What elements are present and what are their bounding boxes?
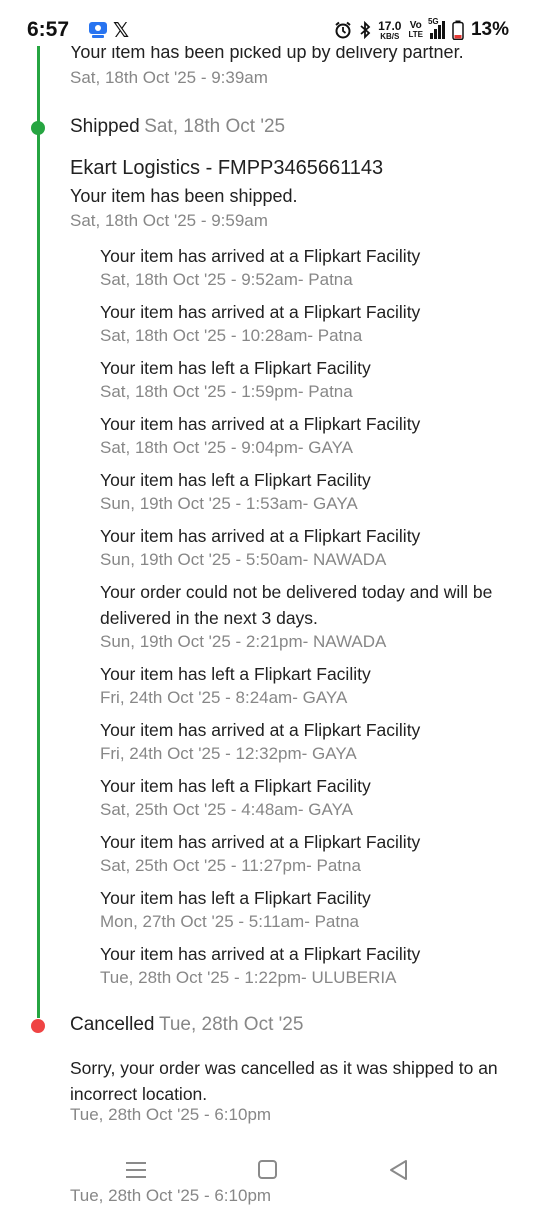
recents-menu-icon[interactable] <box>121 1156 151 1184</box>
previous-event-date: Sat, 18th Oct '25 - 9:39am <box>70 68 268 87</box>
shipment-update-item: Your item has arrived at a Flipkart Faci… <box>100 941 520 989</box>
shipment-update-message: Your item has left a Flipkart Facility <box>100 888 371 908</box>
shipment-update-message: Your item has arrived at a Flipkart Faci… <box>100 246 421 266</box>
shipment-update-item: Your item has arrived at a Flipkart Faci… <box>100 243 520 291</box>
shipment-update-message: Your item has left a Flipkart Facility <box>100 470 371 490</box>
bluetooth-icon <box>360 21 371 39</box>
cancelled-status-dot <box>31 1019 45 1033</box>
shipment-update-date: Tue, 28th Oct '25 - 1:22pm- ULUBERIA <box>100 968 397 987</box>
back-triangle-icon[interactable] <box>384 1156 414 1184</box>
courier-tracking-id[interactable]: Ekart Logistics - FMPP3465661143 <box>70 157 383 180</box>
shipment-updates-list: Your item has arrived at a Flipkart Faci… <box>100 243 520 997</box>
shipped-status-dot <box>31 121 45 135</box>
shipment-update-item: Your item has left a Flipkart Facility Su… <box>100 467 520 515</box>
cancelled-title: Cancelled <box>70 1014 155 1035</box>
shipment-update-item: Your item has left a Flipkart Facility Sa… <box>100 773 520 821</box>
shipment-update-item: Your item has left a Flipkart Facility Sa… <box>100 355 520 403</box>
shipped-header: Shipped Sat, 18th Oct '25 <box>70 116 285 138</box>
cancelled-timestamp: Tue, 28th Oct '25 - 6:10pm <box>70 1105 272 1124</box>
shipment-update-item: Your item has left a Flipkart Facility Mo… <box>100 885 520 933</box>
net-speed-value: 17.0 <box>378 18 402 33</box>
shipment-update-message: Your item has arrived at a Flipkart Faci… <box>100 720 421 740</box>
shipment-update-date: Fri, 24th Oct '25 - 12:32pm- GAYA <box>100 744 357 763</box>
status-right-cluster: 17.0 KB/S Vo LTE 5G 13% <box>334 17 509 42</box>
shipment-update-date: Sat, 18th Oct '25 - 9:04pm- GAYA <box>100 438 354 457</box>
shipped-message: Your item has been shipped. <box>70 186 298 206</box>
shipment-update-message: Your item has arrived at a Flipkart Faci… <box>100 832 421 852</box>
network-type: 5G <box>427 17 439 26</box>
shipment-update-message: Your item has left a Flipkart Facility <box>100 358 371 378</box>
shipment-update-date: Sun, 19th Oct '25 - 5:50am- NAWADA <box>100 550 387 569</box>
shipment-update-item: Your item has arrived at a Flipkart Faci… <box>100 299 520 347</box>
shipment-update-message: Your item has arrived at a Flipkart Faci… <box>100 414 421 434</box>
battery-icon <box>452 20 464 40</box>
signal-icon: 5G <box>428 17 445 39</box>
shipped-timestamp: Sat, 18th Oct '25 - 9:59am <box>70 211 268 230</box>
alarm-icon <box>335 21 351 39</box>
shipment-update-date: Sat, 25th Oct '25 - 11:27pm- Patna <box>100 856 361 875</box>
shipment-update-item: Your item has arrived at a Flipkart Faci… <box>100 411 520 459</box>
shipment-update-item: Your item has arrived at a Flipkart Faci… <box>100 717 520 765</box>
battery-percent: 13% <box>470 19 509 40</box>
shipment-update-message: Your item has left a Flipkart Facility <box>100 664 371 684</box>
app-notification-icon <box>89 22 107 38</box>
shipment-update-item: Your order could not be delivered today … <box>100 579 520 653</box>
shipment-update-date: Sat, 25th Oct '25 - 4:48am- GAYA <box>100 800 354 819</box>
shipment-update-message: Your item has arrived at a Flipkart Faci… <box>100 302 421 322</box>
shipment-update-date: Mon, 27th Oct '25 - 5:11am- Patna <box>100 912 360 931</box>
net-speed: 17.0 KB/S <box>378 20 401 41</box>
shipment-update-date: Sun, 19th Oct '25 - 2:21pm- NAWADA <box>100 632 387 651</box>
shipment-update-message: Your order could not be delivered today … <box>100 582 493 628</box>
home-square-icon[interactable] <box>252 1156 282 1184</box>
shipment-update-date: Sat, 18th Oct '25 - 10:28am- Patna <box>100 326 363 345</box>
net-speed-unit: KB/S <box>380 31 400 41</box>
shipment-update-message: Your item has arrived at a Flipkart Faci… <box>100 526 421 546</box>
shipment-update-message: Your item has left a Flipkart Facility <box>100 776 371 796</box>
volte-indicator: Vo LTE <box>408 20 423 40</box>
shipment-update-item: Your item has arrived at a Flipkart Faci… <box>100 829 520 877</box>
status-time: 6:57 <box>27 18 70 41</box>
shipment-update-item: Your item has arrived at a Flipkart Faci… <box>100 523 520 571</box>
volte-bottom: LTE <box>408 30 423 39</box>
nav-behind-text: Tue, 28th Oct '25 - 6:10pm <box>70 1186 272 1205</box>
cancelled-header: Cancelled Tue, 28th Oct '25 <box>70 1014 303 1036</box>
shipment-update-date: Sat, 18th Oct '25 - 1:59pm- Patna <box>100 382 353 401</box>
status-bar: 6:57 𝕏 17.0 KB/S Vo LTE 5G 13% <box>0 0 537 46</box>
shipment-update-date: Sun, 19th Oct '25 - 1:53am- GAYA <box>100 494 358 513</box>
shipment-update-item: Your item has left a Flipkart Facility Fr… <box>100 661 520 709</box>
volte-top: Vo <box>409 20 422 31</box>
shipment-update-date: Sat, 18th Oct '25 - 9:52am- Patna <box>100 270 353 289</box>
shipment-update-message: Your item has arrived at a Flipkart Faci… <box>100 944 421 964</box>
shipped-title: Shipped <box>70 116 140 137</box>
shipment-update-date: Fri, 24th Oct '25 - 8:24am- GAYA <box>100 688 348 707</box>
cancelled-date: Tue, 28th Oct '25 <box>158 1014 304 1035</box>
x-logo-icon: 𝕏 <box>113 20 130 42</box>
shipped-date: Sat, 18th Oct '25 <box>144 116 286 137</box>
cancelled-message: Sorry, your order was cancelled as it wa… <box>70 1058 498 1104</box>
timeline-line <box>37 46 40 1018</box>
system-nav-bar: Tue, 28th Oct '25 - 6:10pm <box>0 1142 537 1205</box>
